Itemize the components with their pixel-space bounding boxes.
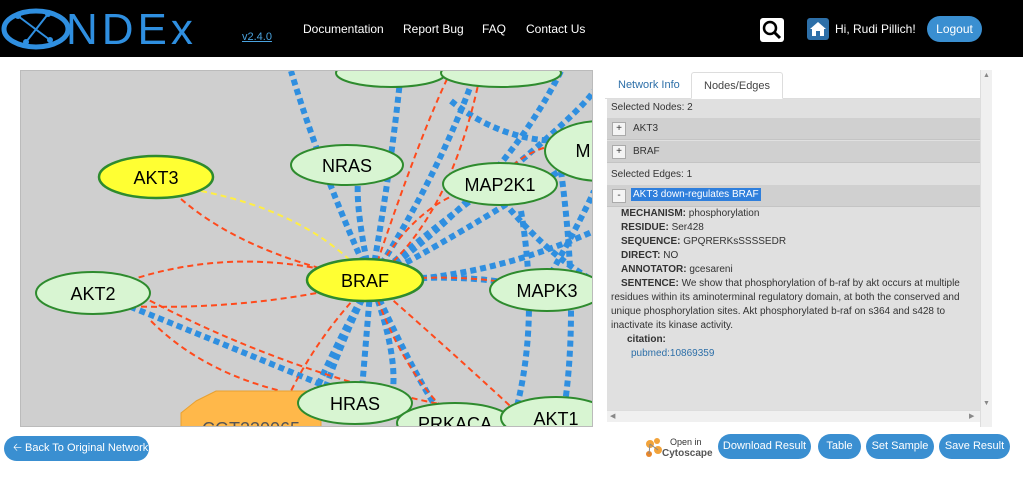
back-to-original-network-button[interactable]: 🡠 Back To Original Network xyxy=(4,436,149,461)
nav-report-bug[interactable]: Report Bug xyxy=(403,22,464,36)
nav-documentation[interactable]: Documentation xyxy=(303,22,384,36)
cytoscape-label-bottom: Cytoscape xyxy=(662,448,713,459)
scroll-right-icon[interactable]: ▶ xyxy=(969,412,974,420)
open-in-cytoscape-button[interactable]: Open in Cytoscape xyxy=(642,433,713,463)
set-sample-button[interactable]: Set Sample xyxy=(866,434,934,459)
graph-node-m-label: M xyxy=(576,141,591,161)
graph-node-prkaca-label: PRKACA xyxy=(418,414,492,427)
home-icon xyxy=(810,22,826,36)
citation-label: citation: xyxy=(627,334,666,345)
edge-attribute-mechanism: MECHANISM: phosphorylation xyxy=(621,208,760,219)
graph-edge xyxy=(508,210,532,426)
tab-network-info[interactable]: Network Info xyxy=(606,72,692,99)
edge-attribute-sentence: SENTENCE: We show that phosphorylation o… xyxy=(611,278,960,331)
graph-node-akt2-label: AKT2 xyxy=(70,284,115,304)
edge-attribute-annotator: ANNOTATOR: gcesareni xyxy=(621,264,733,275)
info-tabs: Network Info Nodes/Edges xyxy=(605,70,980,99)
search-button[interactable] xyxy=(760,18,784,42)
home-button[interactable] xyxy=(807,18,829,40)
version-link[interactable]: v2.4.0 xyxy=(242,31,272,43)
graph-node-akt1-label: AKT1 xyxy=(533,409,578,427)
graph-node-top-b xyxy=(440,71,562,88)
scroll-left-icon[interactable]: ◀ xyxy=(610,412,615,420)
edge-attributes: MECHANISM: phosphorylation RESIDUE: Ser4… xyxy=(611,207,973,361)
scroll-down-icon[interactable]: ▼ xyxy=(983,400,990,407)
selected-node-row[interactable]: + AKT3 xyxy=(607,118,980,140)
horizontal-scrollbar[interactable]: ◀ ▶ xyxy=(607,410,980,422)
top-navbar: NDEx v2.4.0 Documentation Report Bug FAQ… xyxy=(0,0,1023,57)
expand-toggle[interactable]: + xyxy=(612,145,626,159)
scroll-up-icon[interactable]: ▲ xyxy=(983,72,990,79)
network-info-panel: Network Info Nodes/Edges Selected Nodes:… xyxy=(605,70,992,427)
graph-edge xyxy=(449,98,562,144)
logo-text: NDEx xyxy=(66,5,197,54)
user-greeting[interactable]: Hi, Rudi Pillich! xyxy=(835,22,916,36)
nodes-edges-content: Selected Nodes: 2 + AKT3 + BRAF Selected… xyxy=(607,99,980,417)
vertical-scrollbar[interactable]: ▲ ▼ xyxy=(980,70,992,427)
network-graph-canvas[interactable]: CGT230065 AKT3 NRAS MAP2K1 M AKT2 BRAF M… xyxy=(20,70,593,427)
selected-edge-row[interactable]: - AKT3 down-regulates BRAF xyxy=(607,185,980,207)
table-button[interactable]: Table xyxy=(818,434,861,459)
graph-node-map2k1-label: MAP2K1 xyxy=(464,175,535,195)
graph-node-mapk3-label: MAPK3 xyxy=(516,281,577,301)
selected-nodes-label: Selected Nodes: 2 xyxy=(611,102,693,113)
graph-node-hras-label: HRAS xyxy=(330,394,380,414)
selected-node-row[interactable]: + BRAF xyxy=(607,141,980,163)
cytoscape-logo-icon xyxy=(646,438,662,457)
selected-edge-name[interactable]: AKT3 down-regulates BRAF xyxy=(631,188,761,201)
ndex-logo[interactable]: NDEx xyxy=(0,2,240,54)
selected-node-name: AKT3 xyxy=(633,123,659,134)
download-result-button[interactable]: Download Result xyxy=(718,434,811,459)
graph-node-braf-label: BRAF xyxy=(341,271,389,291)
graph-node-cgt230065-label: CGT230065 xyxy=(202,419,300,427)
back-button-label: Back To Original Network xyxy=(24,442,149,454)
save-result-button[interactable]: Save Result xyxy=(939,434,1010,459)
logout-button[interactable]: Logout xyxy=(927,16,982,42)
edge-attribute-sequence: SEQUENCE: GPQRERKsSSSSEDR xyxy=(621,236,787,247)
selected-node-name: BRAF xyxy=(633,146,660,157)
nav-faq[interactable]: FAQ xyxy=(482,22,506,36)
search-icon xyxy=(762,20,782,40)
collapse-toggle[interactable]: - xyxy=(612,189,626,203)
edge-attribute-direct: DIRECT: NO xyxy=(621,250,679,261)
expand-toggle[interactable]: + xyxy=(612,122,626,136)
tab-nodes-edges[interactable]: Nodes/Edges xyxy=(691,72,784,99)
graph-node-nras-label: NRAS xyxy=(322,156,372,176)
graph-node-top-a xyxy=(335,71,447,88)
nav-contact-us[interactable]: Contact Us xyxy=(526,22,585,36)
graph-node-akt3-label: AKT3 xyxy=(133,168,178,188)
cytoscape-label-top: Open in xyxy=(670,437,702,447)
edge-attribute-residue: RESIDUE: Ser428 xyxy=(621,222,704,233)
selected-edges-label: Selected Edges: 1 xyxy=(611,169,693,180)
pubmed-link[interactable]: pubmed:10869359 xyxy=(611,347,973,361)
arrow-left-icon: 🡠 xyxy=(13,442,22,454)
